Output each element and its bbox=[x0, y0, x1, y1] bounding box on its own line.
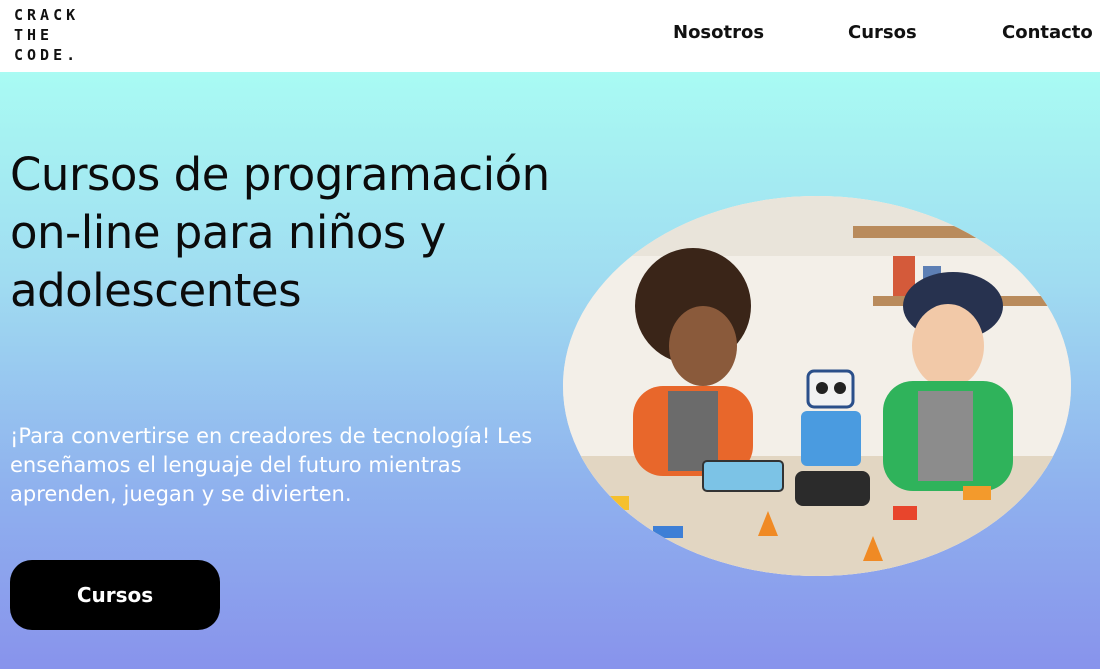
cursos-cta-button[interactable]: Cursos bbox=[10, 560, 220, 630]
logo-line-2: THE bbox=[14, 26, 54, 44]
kids-robot-illustration bbox=[563, 196, 1071, 576]
nav-link-cursos[interactable]: Cursos bbox=[848, 22, 917, 43]
logo-line-1: CRACK bbox=[14, 6, 80, 24]
top-navigation-bar: CRACK THE CODE. Nosotros Cursos Contacto bbox=[0, 0, 1100, 72]
hero-section: Cursos de programación on-line para niño… bbox=[0, 72, 1100, 669]
kids-robot-photo bbox=[563, 196, 1071, 576]
hero-title: Cursos de programación on-line para niño… bbox=[10, 148, 550, 317]
hero-description: ¡Para convertirse en creadores de tecnol… bbox=[10, 424, 533, 506]
nav-link-contacto[interactable]: Contacto bbox=[1002, 22, 1093, 43]
nav-link-nosotros[interactable]: Nosotros bbox=[673, 22, 764, 43]
crack-the-code-logo[interactable]: CRACK THE CODE. bbox=[14, 5, 79, 65]
logo-line-3: CODE. bbox=[14, 46, 80, 64]
